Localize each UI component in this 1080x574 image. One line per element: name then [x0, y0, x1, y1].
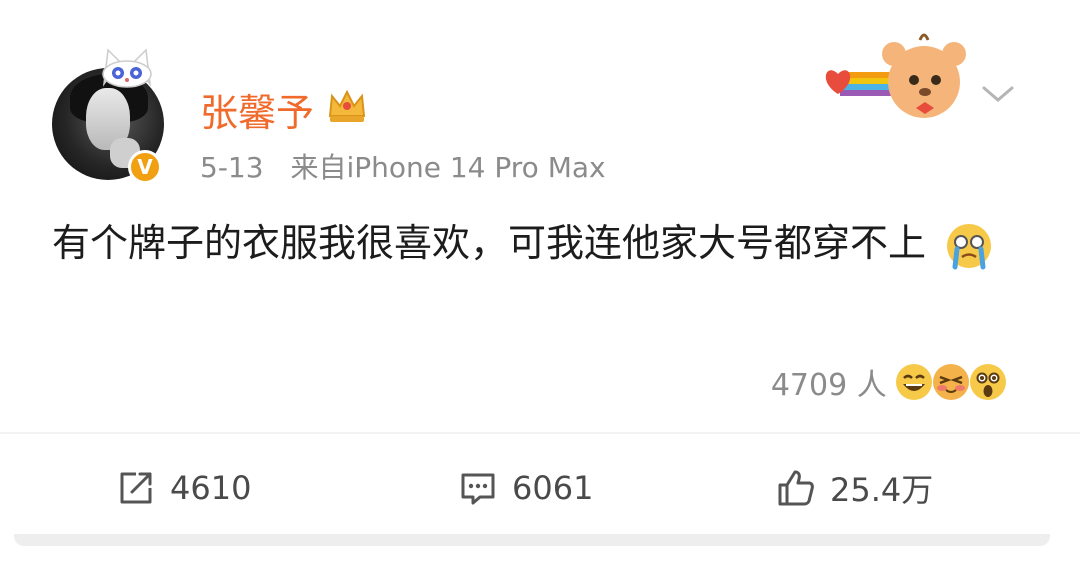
post-source: 来自iPhone 14 Pro Max	[290, 151, 606, 184]
post-text-content: 有个牌子的衣服我很喜欢，可我连他家大号都穿不上	[52, 221, 927, 265]
repost-button[interactable]: 4610	[116, 466, 251, 510]
blushing-emoji-icon	[932, 364, 969, 400]
comment-button[interactable]: 6061	[458, 466, 593, 510]
comment-count: 6061	[512, 469, 594, 507]
post-date: 5-13	[200, 151, 264, 184]
card-bottom-edge	[14, 534, 1050, 546]
reaction-count: 4709 人	[770, 368, 887, 403]
reaction-summary[interactable]: 4709 人	[771, 360, 1008, 406]
like-count: 25.4万	[830, 471, 934, 509]
like-button[interactable]: 25.4万	[776, 466, 933, 510]
bear-decoration-icon	[825, 33, 966, 118]
repost-icon	[120, 472, 152, 504]
comment-icon	[461, 473, 495, 505]
laughing-emoji-icon	[895, 364, 932, 400]
username[interactable]: 张馨予	[200, 82, 314, 137]
divider	[0, 432, 1080, 434]
shocked-emoji-icon	[970, 364, 1006, 400]
post-text: 有个牌子的衣服我很喜欢，可我连他家大号都穿不上	[52, 214, 1022, 272]
crown-icon	[328, 89, 366, 122]
cat-ears-decoration-icon	[102, 48, 152, 88]
crying-emoji-icon	[947, 223, 992, 269]
repost-count: 4610	[170, 469, 252, 507]
chevron-down-icon[interactable]	[980, 82, 1016, 106]
post-meta: 5-13 来自iPhone 14 Pro Max	[200, 146, 606, 186]
thumbs-up-icon	[778, 470, 814, 506]
verified-badge: V	[128, 150, 162, 184]
